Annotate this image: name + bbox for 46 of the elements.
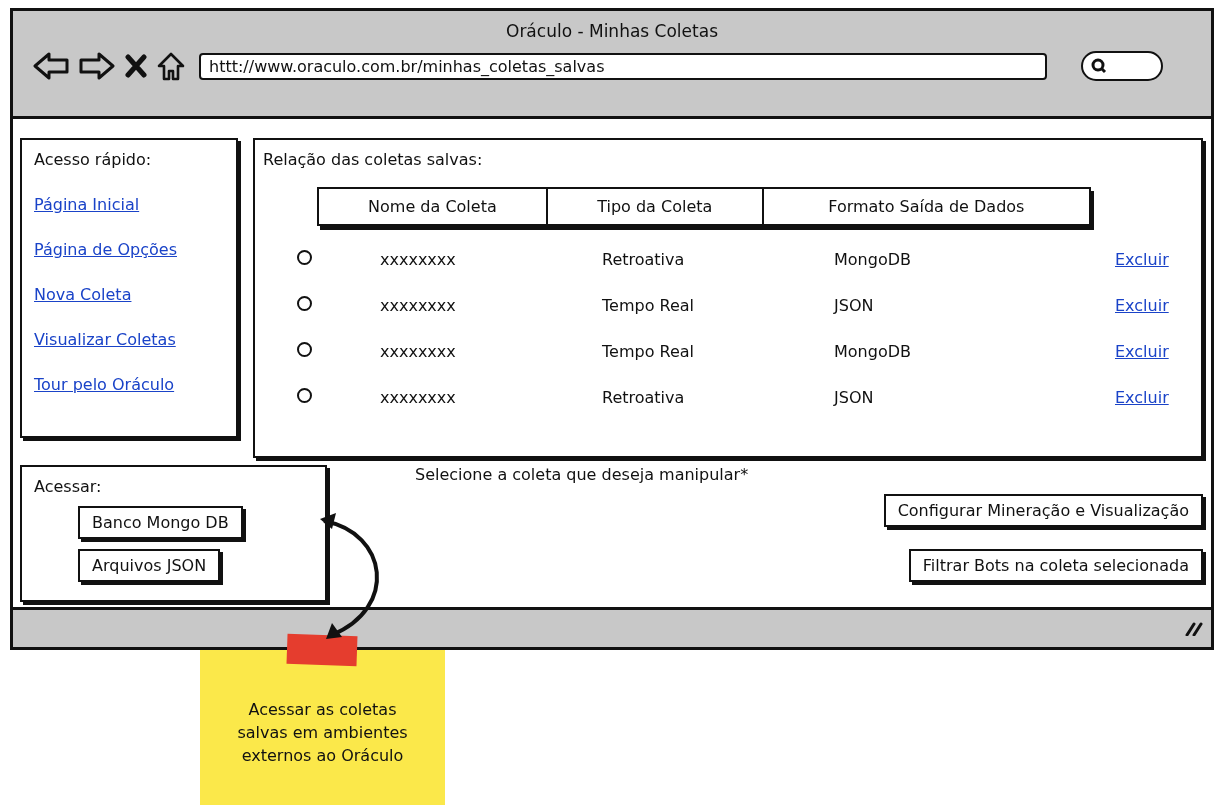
note-text: Acessar as coletas salvas em ambientes externos ao Oráculo bbox=[236, 698, 409, 768]
table-cell-text: JSON bbox=[834, 295, 875, 315]
access-button[interactable]: Banco Mongo DB bbox=[78, 506, 243, 539]
table-cell-text: Retroativa bbox=[602, 387, 686, 407]
action-button[interactable]: Filtrar Bots na coleta selecionada bbox=[908, 549, 1203, 582]
forward-icon[interactable] bbox=[79, 51, 115, 81]
column-header: Tipo da Coleta bbox=[547, 189, 764, 224]
window-title: Oráculo - Minhas Coletas bbox=[506, 21, 718, 41]
table-cell-text: xxxxxxxx bbox=[380, 341, 457, 361]
hint-text: Selecione a coleta que deseja manipular* bbox=[415, 465, 749, 484]
resize-grip-icon[interactable] bbox=[1185, 621, 1203, 636]
radio-button[interactable] bbox=[297, 295, 312, 311]
column-header: Formato Saída de Dados bbox=[827, 196, 1026, 218]
access-button[interactable]: Arquivos JSON bbox=[78, 549, 221, 582]
search-field[interactable] bbox=[1081, 51, 1163, 81]
panel-title: Relação das coletas salvas: bbox=[263, 150, 484, 169]
table-cell-text: JSON bbox=[834, 387, 875, 407]
close-icon[interactable] bbox=[125, 54, 147, 78]
delete-link[interactable]: Excluir bbox=[1115, 295, 1169, 315]
delete-link[interactable]: Excluir bbox=[1115, 249, 1169, 269]
radio-button[interactable] bbox=[297, 249, 312, 265]
nav-link[interactable]: Tour pelo Oráculo bbox=[34, 375, 175, 394]
nav-link[interactable]: Página Inicial bbox=[34, 195, 140, 214]
home-icon[interactable] bbox=[157, 51, 185, 81]
nav-link[interactable]: Nova Coleta bbox=[34, 285, 132, 304]
table-cell-text: MongoDB bbox=[834, 341, 912, 361]
panel-title: Acesso rápido: bbox=[34, 150, 153, 169]
table-cell-text: xxxxxxxx bbox=[380, 387, 457, 407]
table-cell-text: xxxxxxxx bbox=[380, 295, 457, 315]
panel-title: Acessar: bbox=[34, 477, 102, 496]
action-button[interactable]: Configurar Mineração e Visualização bbox=[883, 494, 1203, 527]
search-icon[interactable] bbox=[1091, 58, 1107, 74]
nav-link[interactable]: Página de Opções bbox=[34, 240, 177, 259]
delete-link[interactable]: Excluir bbox=[1115, 387, 1169, 407]
delete-link[interactable]: Excluir bbox=[1115, 341, 1169, 361]
column-header: Nome da Coleta bbox=[319, 189, 548, 224]
back-icon[interactable] bbox=[33, 51, 69, 81]
table-cell-text: xxxxxxxx bbox=[380, 249, 457, 269]
table-cell-text: Retroativa bbox=[602, 249, 686, 269]
radio-button[interactable] bbox=[297, 341, 312, 357]
table-cell-text: MongoDB bbox=[834, 249, 912, 269]
address-field[interactable]: httt://www.oraculo.com.br/minhas_coletas_salvas bbox=[199, 52, 1047, 80]
table-cell-text: Tempo Real bbox=[602, 295, 695, 315]
radio-button[interactable] bbox=[297, 387, 312, 403]
table-cell-text: Tempo Real bbox=[602, 341, 695, 361]
nav-link[interactable]: Visualizar Coletas bbox=[34, 330, 176, 349]
